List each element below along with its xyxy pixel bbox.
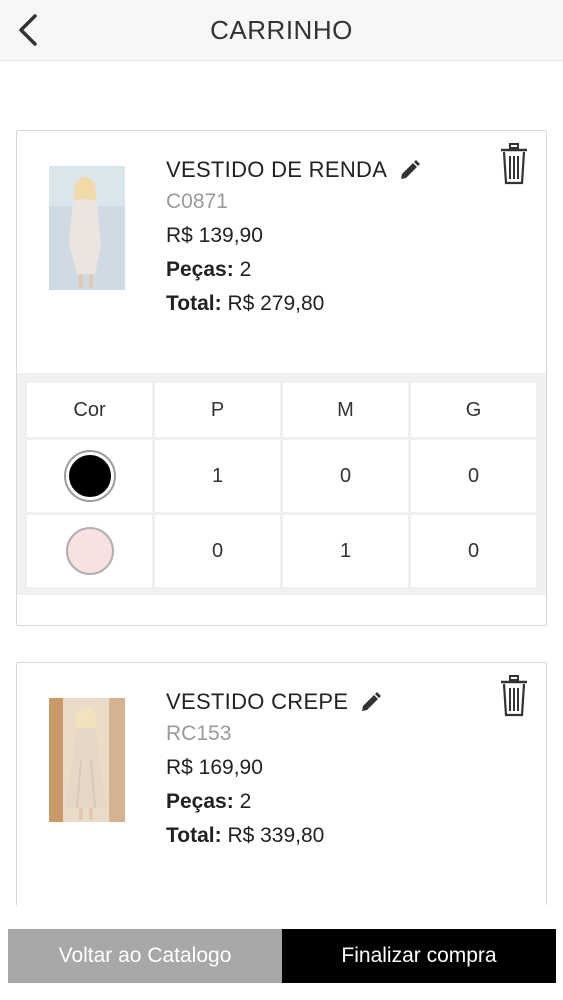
product-code: C0871 bbox=[166, 190, 228, 213]
size-grid: Cor P M G 1 0 0 0 1 0 bbox=[17, 373, 546, 595]
product-info: VESTIDO CREPE RC153 R$ 169,90 Peças: 2 T… bbox=[166, 687, 382, 853]
product-total: Total: R$ 279,80 bbox=[166, 292, 325, 315]
product-pieces: Peças: 2 bbox=[166, 258, 252, 281]
qty-cell[interactable]: 0 bbox=[411, 440, 536, 512]
product-pieces: Peças: 2 bbox=[166, 790, 252, 813]
cart-item: VESTIDO DE RENDA C0871 R$ 139,90 Peças: … bbox=[16, 130, 547, 626]
product-price: R$ 169,90 bbox=[166, 756, 263, 779]
cart-list[interactable]: VESTIDO DE RENDA C0871 R$ 139,90 Peças: … bbox=[0, 61, 563, 905]
color-cell bbox=[27, 440, 152, 512]
product-image[interactable] bbox=[49, 166, 125, 290]
qty-cell[interactable]: 0 bbox=[155, 515, 280, 587]
header: CARRINHO bbox=[0, 0, 563, 61]
grid-header-size-g: G bbox=[411, 383, 536, 437]
product-total: Total: R$ 339,80 bbox=[166, 824, 325, 847]
delete-button[interactable] bbox=[500, 675, 528, 722]
pencil-icon bbox=[362, 692, 382, 711]
page-title: CARRINHO bbox=[210, 15, 353, 45]
back-to-catalog-button[interactable]: Voltar ao Catalogo bbox=[8, 929, 282, 983]
product-info: VESTIDO DE RENDA C0871 R$ 139,90 Peças: … bbox=[166, 155, 421, 321]
delete-button[interactable] bbox=[500, 143, 528, 190]
cart-item: VESTIDO CREPE RC153 R$ 169,90 Peças: 2 T… bbox=[16, 662, 547, 905]
edit-button[interactable] bbox=[399, 159, 421, 181]
product-price: R$ 139,90 bbox=[166, 224, 263, 247]
color-swatch-black[interactable] bbox=[65, 452, 114, 500]
qty-cell[interactable]: 0 bbox=[411, 515, 536, 587]
trash-icon bbox=[501, 143, 527, 185]
checkout-button[interactable]: Finalizar compra bbox=[282, 929, 556, 983]
pencil-icon bbox=[401, 160, 421, 179]
qty-cell[interactable]: 0 bbox=[283, 440, 408, 512]
grid-header-size-p: P bbox=[155, 383, 280, 437]
grid-header-size-m: M bbox=[283, 383, 408, 437]
trash-icon bbox=[501, 675, 527, 717]
color-cell bbox=[27, 515, 152, 587]
product-image[interactable] bbox=[49, 698, 125, 822]
product-code: RC153 bbox=[166, 722, 232, 745]
qty-cell[interactable]: 1 bbox=[155, 440, 280, 512]
qty-cell[interactable]: 1 bbox=[283, 515, 408, 587]
grid-header-color: Cor bbox=[27, 383, 152, 437]
edit-button[interactable] bbox=[360, 691, 382, 713]
footer-bar: Voltar ao Catalogo Finalizar compra bbox=[0, 905, 563, 1000]
product-name: VESTIDO DE RENDA bbox=[166, 157, 388, 182]
product-name: VESTIDO CREPE bbox=[166, 689, 349, 714]
color-swatch-pink[interactable] bbox=[65, 527, 114, 575]
